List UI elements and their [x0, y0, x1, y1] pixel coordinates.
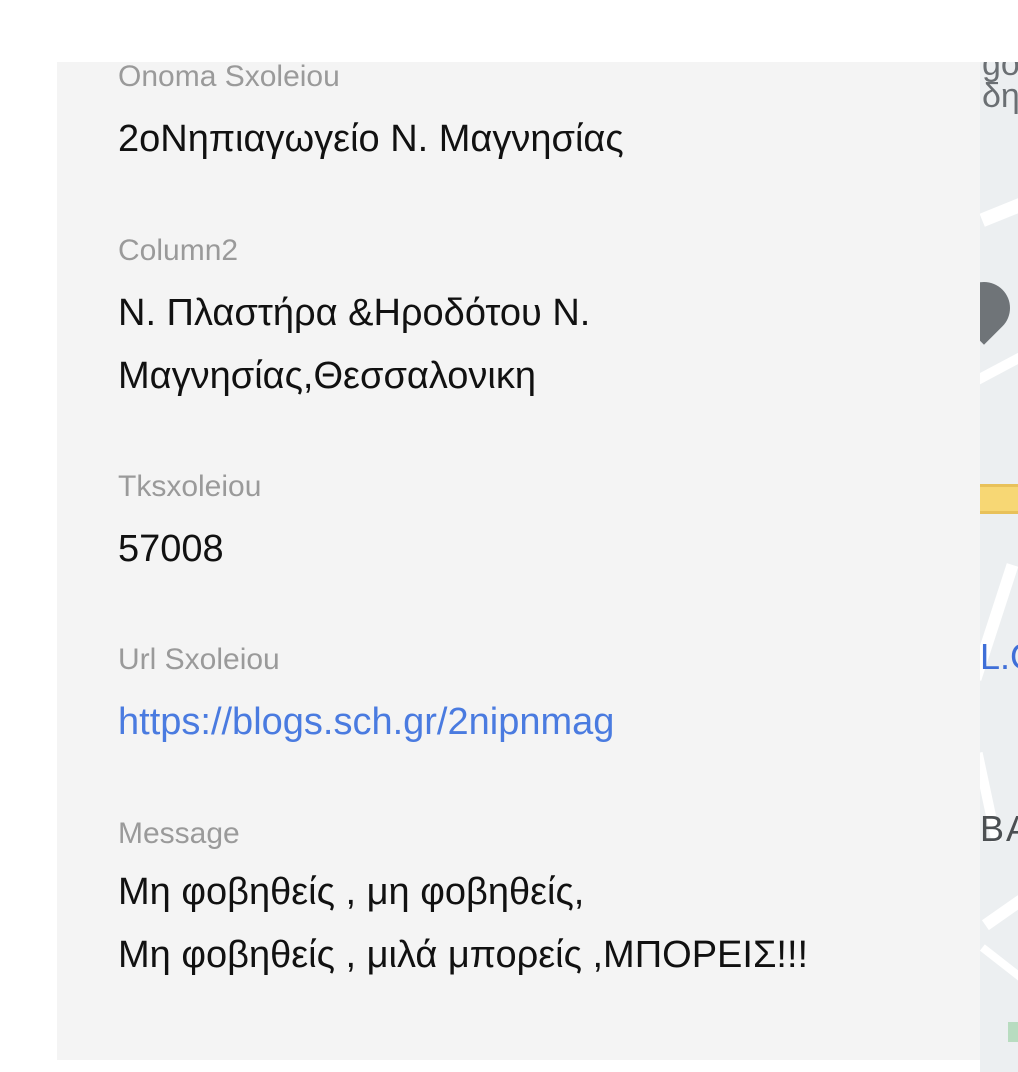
map-place-label: go δη — [982, 62, 1018, 115]
field-label: Url Sxoleiou — [118, 643, 280, 676]
map-road — [980, 191, 1018, 227]
field-message: Message Μη φοβηθείς , μη φοβηθείς, Μη φο… — [118, 817, 958, 987]
field-label: Column2 — [118, 234, 239, 267]
map-major-road — [980, 484, 1018, 514]
school-url-link[interactable]: https://blogs.sch.gr/2nipnmag — [118, 691, 958, 754]
map-pin-icon[interactable] — [980, 271, 1018, 345]
field-label: Onoma Sxoleiou — [118, 62, 340, 93]
record-detail-panel: Onoma Sxoleiou 2oΝηπιαγωγείο Ν. Μαγνησία… — [57, 62, 980, 1060]
field-column2: Column2 Ν. Πλαστήρα &Ηροδότου Ν. Μαγνησί… — [118, 234, 958, 408]
field-label: Message — [118, 817, 240, 850]
field-tksxoleiou: Tksxoleiou 57008 — [118, 470, 958, 581]
field-value: Μη φοβηθείς , μη φοβηθείς, Μη φοβηθείς ,… — [118, 871, 809, 976]
field-value: 2oΝηπιαγωγείο Ν. Μαγνησίας — [118, 118, 624, 160]
map-road — [980, 348, 1018, 386]
map-road — [981, 885, 1018, 931]
field-url-sxoleiou: Url Sxoleiou https://blogs.sch.gr/2nipnm… — [118, 643, 958, 754]
field-label: Tksxoleiou — [118, 470, 262, 503]
field-onoma-sxoleiou: Onoma Sxoleiou 2oΝηπιαγωγείο Ν. Μαγνησία… — [118, 62, 958, 171]
map-area-label: BA — [980, 808, 1018, 849]
map-park-area — [1008, 1022, 1018, 1042]
map-place-label-blue: L.C — [980, 636, 1018, 677]
field-value: Ν. Πλαστήρα &Ηροδότου Ν. Μαγνησίας,Θεσσα… — [118, 292, 591, 397]
field-value: 57008 — [118, 528, 224, 570]
map-view[interactable]: go δη L.C BA — [980, 62, 1018, 1072]
map-road — [980, 944, 1018, 988]
